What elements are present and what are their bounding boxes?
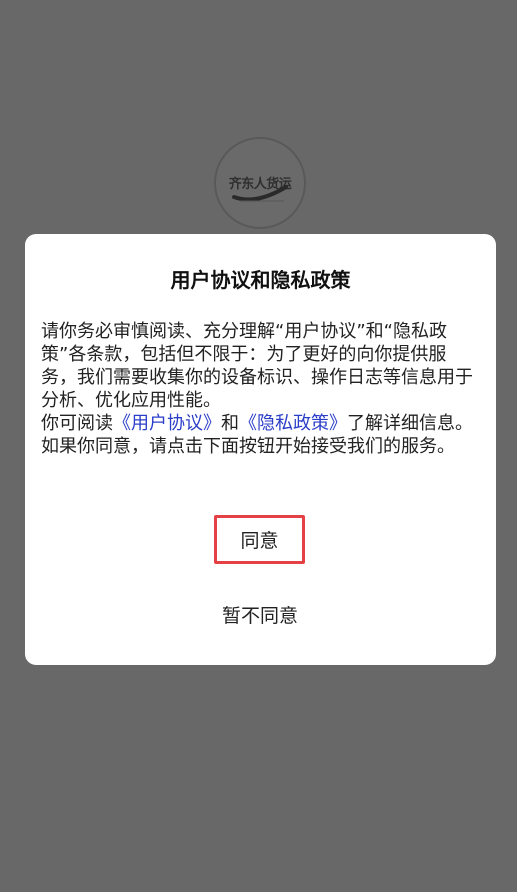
paragraph-2-conjunction: 和 [221,413,239,434]
paragraph-2-prefix: 你可阅读 [41,413,113,434]
dialog-body: 请你务必审慎阅读、充分理解“用户协议”和“隐私政策”各条款，包括但不限于：为了更… [41,320,478,458]
user-agreement-link[interactable]: 《用户协议》 [113,413,221,434]
dialog-paragraph-2: 你可阅读《用户协议》和《隐私政策》了解详细信息。如果你同意，请点击下面按钮开始接… [41,412,478,458]
agree-button[interactable]: 同意 [214,515,305,564]
app-logo: 齐东人货运 [214,137,306,229]
dialog-title: 用户协议和隐私政策 [170,268,351,292]
privacy-policy-link[interactable]: 《隐私政策》 [239,413,347,434]
dialog-paragraph-1: 请你务必审慎阅读、充分理解“用户协议”和“隐私政策”各条款，包括但不限于：为了更… [41,321,473,411]
truck-logo-icon [232,185,288,202]
disagree-button[interactable]: 暂不同意 [200,600,320,628]
privacy-dialog: 用户协议和隐私政策 请你务必审慎阅读、充分理解“用户协议”和“隐私政策”各条款，… [25,234,496,665]
logo-circle: 齐东人货运 [214,137,306,229]
